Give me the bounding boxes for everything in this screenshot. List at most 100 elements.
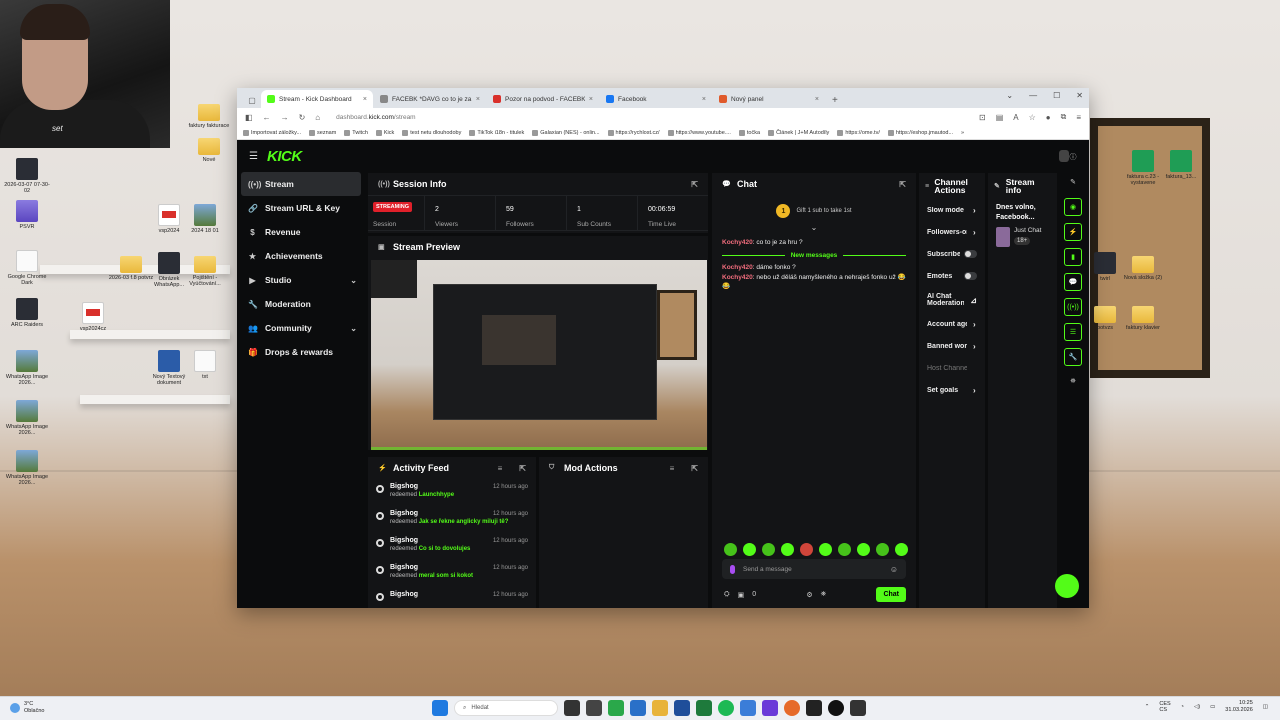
emote-icon[interactable]: [857, 543, 870, 556]
desktop-icon[interactable]: faktury fakturace: [186, 100, 232, 129]
tray-chevron-icon[interactable]: ⌃: [1145, 704, 1150, 710]
tab-overview-icon[interactable]: ▢: [243, 92, 261, 108]
excel-icon[interactable]: [696, 700, 712, 716]
pinned-chevron-icon[interactable]: ⌄: [712, 223, 916, 232]
browser-tab[interactable]: Facebook ×: [600, 90, 712, 108]
menu-icon[interactable]: ≡: [1076, 113, 1081, 122]
chat-send-button[interactable]: Chat: [876, 587, 906, 602]
popout-icon[interactable]: ⇱: [691, 464, 698, 473]
sidebar-item-moderation[interactable]: 🔧 Moderation: [237, 292, 365, 316]
broadcast-icon[interactable]: ((•)): [1064, 298, 1082, 316]
minimize-icon[interactable]: —: [1029, 91, 1037, 100]
chat-users-icon[interactable]: ⛭: [724, 591, 730, 599]
home-icon[interactable]: ⌂: [315, 113, 320, 122]
channel-action-item[interactable]: AI Chat Moderation ⊿: [919, 287, 985, 313]
tab-close-icon[interactable]: ×: [702, 96, 706, 103]
channel-action-item[interactable]: Account age ›: [919, 313, 985, 335]
taskbar-search[interactable]: ⌕ Hledat: [454, 700, 558, 716]
desktop-icon[interactable]: Nová složka (2): [1120, 252, 1166, 281]
url-field[interactable]: dashboard. kick.com/stream: [330, 111, 969, 124]
weather-widget[interactable]: 3°C Oblačno: [10, 701, 45, 714]
bookmark-item[interactable]: Galaxian (NES) - onlin...: [532, 129, 600, 136]
more-bookmarks-icon[interactable]: »: [961, 130, 964, 136]
bookmark-item[interactable]: Kick: [375, 129, 394, 136]
bookmark-item[interactable]: Twitch: [344, 129, 368, 136]
desktop-icon[interactable]: 2024 18 01: [182, 204, 228, 234]
chevron-right-icon[interactable]: ›: [973, 228, 976, 237]
stream-preview-video[interactable]: [371, 260, 707, 450]
emote-icon[interactable]: [838, 543, 851, 556]
bookmark-star-icon[interactable]: ☆: [1029, 113, 1036, 122]
emote-icon[interactable]: [724, 543, 737, 556]
volume-icon[interactable]: ◁): [1194, 704, 1200, 710]
channel-action-item[interactable]: Banned words ›: [919, 335, 985, 357]
maximize-icon[interactable]: ☐: [1053, 91, 1060, 100]
firefox-icon[interactable]: [784, 700, 800, 716]
popout-icon[interactable]: ⇱: [691, 180, 698, 189]
forward-icon[interactable]: →: [281, 113, 289, 122]
desktop-icon[interactable]: faktura_13...: [1158, 150, 1204, 180]
sidebar-item-studio[interactable]: ▶ Studio ⌄: [237, 268, 365, 292]
tab-menu-chevron-icon[interactable]: ⌄: [1006, 91, 1013, 100]
widgets-icon[interactable]: [586, 700, 602, 716]
mod-tools-icon[interactable]: ⛯: [821, 591, 827, 599]
start-icon[interactable]: [432, 700, 448, 716]
sidebar-item-achievements[interactable]: ★ Achievements: [237, 244, 365, 268]
desktop-icon[interactable]: WhatsApp Image 2026...: [4, 350, 50, 387]
extensions-icon[interactable]: ⧉: [1061, 112, 1067, 122]
wrench-icon[interactable]: 🔧: [1064, 348, 1082, 366]
popout-icon[interactable]: ⇱: [899, 180, 906, 189]
chevron-down-icon[interactable]: ⌄: [350, 324, 357, 333]
chevron-right-icon[interactable]: ›: [973, 342, 976, 351]
task-view-icon[interactable]: [564, 700, 580, 716]
reader-icon[interactable]: ▤: [996, 113, 1004, 122]
bookmark-item[interactable]: test netu dlouhodoby: [402, 129, 461, 136]
gift-sub-banner[interactable]: 1 Gift 1 sub to take 1st: [712, 201, 916, 221]
browser-tab[interactable]: Pozor na podvod - FACEBK - Vi... ×: [487, 90, 599, 108]
channel-action-item[interactable]: Followers-only ›: [919, 221, 985, 243]
translate-icon[interactable]: A: [1013, 113, 1018, 122]
word-icon[interactable]: [674, 700, 690, 716]
emote-icon[interactable]: [800, 543, 813, 556]
desktop-icon[interactable]: Nové: [186, 134, 232, 163]
profile-icon[interactable]: ●: [1046, 113, 1051, 122]
kick-logo[interactable]: KICK: [267, 148, 302, 165]
edit-icon[interactable]: ✎: [1064, 173, 1082, 191]
info-icon[interactable]: ⓘ: [1064, 148, 1082, 166]
chat-input[interactable]: Send a message ☺: [722, 559, 906, 579]
channel-action-item[interactable]: Subscribers: [919, 243, 985, 265]
bookmark-item[interactable]: Importovat záložky...: [243, 129, 301, 136]
add-widget-icon[interactable]: ⛯: [1064, 373, 1082, 391]
emote-icon[interactable]: [762, 543, 775, 556]
filter-icon[interactable]: ≡: [670, 464, 675, 473]
bookmark-item[interactable]: TikTok i18n - titulek: [469, 129, 524, 136]
spotify-icon[interactable]: [718, 700, 734, 716]
bookmark-item[interactable]: seznam: [309, 129, 336, 136]
desktop-icon[interactable]: Google Chrome Dark: [4, 250, 50, 287]
desktop-icon[interactable]: faktury klavier: [1120, 302, 1166, 331]
channel-action-item[interactable]: Slow mode ›: [919, 199, 985, 221]
tab-close-icon[interactable]: ×: [363, 96, 367, 103]
desktop-icon[interactable]: PSVR: [4, 200, 50, 230]
desktop-icon[interactable]: Pojištění - Vyúčtování...: [182, 252, 228, 288]
filter-icon[interactable]: ≡: [498, 464, 503, 473]
emote-icon[interactable]: [781, 543, 794, 556]
obs-icon[interactable]: [850, 700, 866, 716]
chat-username[interactable]: Kochy420: [722, 239, 753, 246]
sidebar-item-community[interactable]: 👥 Community ⌄: [237, 316, 365, 340]
chevron-right-icon[interactable]: ›: [973, 206, 976, 215]
channel-action-item[interactable]: Host Channel: [919, 357, 985, 379]
notifications-icon[interactable]: ◫: [1263, 704, 1268, 710]
photos-icon[interactable]: [740, 700, 756, 716]
tab-close-icon[interactable]: ×: [589, 96, 593, 103]
sidebar-item-stream[interactable]: ((•)) Stream: [241, 172, 361, 196]
bookmark-item[interactable]: https://ome.tv/: [837, 129, 880, 136]
wifi-icon[interactable]: ◔: [1181, 704, 1184, 710]
lightning-icon[interactable]: ⚡: [1064, 223, 1082, 241]
emote-icon[interactable]: [819, 543, 832, 556]
reload-icon[interactable]: ↻: [299, 113, 306, 122]
screenshot-icon[interactable]: ⊡: [979, 113, 986, 122]
bookmark-item[interactable]: https://www.youtube....: [667, 129, 731, 136]
emote-icon[interactable]: [876, 543, 889, 556]
tray-lang[interactable]: CES CS: [1159, 701, 1170, 713]
